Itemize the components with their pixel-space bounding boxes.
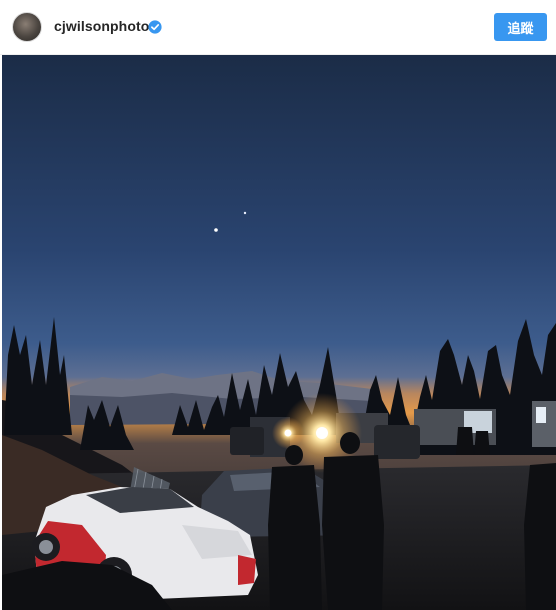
post-header: cjwilsonphoto 追蹤 bbox=[0, 0, 556, 55]
post-photo[interactable] bbox=[2, 55, 556, 610]
follow-button[interactable]: 追蹤 bbox=[494, 13, 547, 41]
night-race-scene-image bbox=[2, 55, 556, 610]
avatar[interactable] bbox=[12, 12, 42, 42]
username-link[interactable]: cjwilsonphoto bbox=[54, 18, 149, 34]
verified-badge-icon bbox=[148, 20, 162, 34]
